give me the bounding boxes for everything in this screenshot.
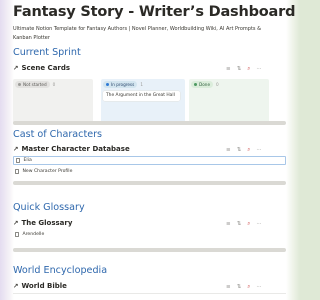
more-icon[interactable]: ··· [256,284,261,290]
list-item[interactable]: Elia [13,156,286,165]
page-icon [15,169,19,174]
arrow-up-right-icon: ↗ [13,145,19,153]
status-tag: Not started [15,81,50,88]
database-title-scene-cards[interactable]: ↗ Scene Cards [13,64,70,72]
arrow-up-right-icon: ↗ [13,64,19,72]
more-icon[interactable]: ··· [256,147,261,153]
status-label: Done [199,82,211,87]
filter-icon[interactable]: ≡ [226,147,231,153]
more-icon[interactable]: ··· [256,221,261,227]
arrow-up-right-icon: ↗ [13,282,19,290]
section-heading-glossary: Quick Glossary [13,202,85,213]
database-title-label: World Bible [21,282,67,290]
database-title-label: The Glossary [21,219,73,227]
list-item[interactable]: New Character Profile [13,167,286,176]
database-title-glossary[interactable]: ↗ The Glossary [13,219,72,227]
status-label: Not started [23,82,47,87]
characters-toolbar: ≡ ⇅ ⌕ ··· [226,147,262,153]
dashboard-page: Fantasy Story - Writer’s Dashboard Ultim… [0,0,300,300]
column-count: 0 [52,82,56,87]
glossary-toolbar: ≡ ⇅ ⌕ ··· [226,221,262,227]
board-column-done[interactable]: Done 0 [189,79,269,124]
database-title-characters[interactable]: ↗ Master Character Database [13,145,130,153]
page-icon [16,158,20,163]
list-item[interactable]: Arendelle [13,230,286,239]
board-column-in-progress[interactable]: In progress 1 The Argument in the Great … [101,79,185,124]
status-tag: In progress [103,81,138,88]
board-column-not-started[interactable]: Not started 0 [13,79,93,124]
filter-icon[interactable]: ≡ [226,284,231,290]
sort-icon[interactable]: ⇅ [237,284,242,290]
scene-card[interactable]: The Argument in the Great Hall [103,91,180,101]
database-title-label: Master Character Database [21,145,130,153]
horizontal-scrollbar[interactable] [13,248,286,252]
horizontal-scrollbar[interactable] [13,181,286,185]
sort-icon[interactable]: ⇅ [237,221,242,227]
search-icon[interactable]: ⌕ [247,284,250,290]
sort-icon[interactable]: ⇅ [237,147,242,153]
status-dot-icon [194,83,197,86]
column-count: 0 [216,82,219,87]
world-bible-toolbar: ≡ ⇅ ⌕ ··· [226,284,262,290]
sort-icon[interactable]: ⇅ [237,66,242,72]
list-item-label: New Character Profile [22,169,73,174]
scene-cards-toolbar: ≡ ⇅ ⌕ ··· [226,66,262,72]
database-title-label: Scene Cards [21,64,71,72]
divider [13,293,286,294]
status-tag: Done [191,81,214,88]
page-icon [15,232,19,237]
status-dot-icon [106,83,109,86]
arrow-up-right-icon: ↗ [13,219,19,227]
status-label: In progress [111,82,135,87]
database-title-world-bible[interactable]: ↗ World Bible [13,282,67,290]
section-heading-cast: Cast of Characters [13,129,103,140]
section-heading-world: World Encyclopedia [13,265,108,276]
page-title: Fantasy Story - Writer’s Dashboard [13,4,296,20]
filter-icon[interactable]: ≡ [226,66,231,72]
list-item-label: Arendelle [22,232,45,237]
horizontal-scrollbar[interactable] [13,121,286,125]
column-count: 1 [140,82,143,87]
filter-icon[interactable]: ≡ [226,221,231,227]
section-heading-sprint: Current Sprint [13,47,81,58]
list-item-label: Elia [23,158,32,163]
page-subtitle: Ultimate Notion Template for Fantasy Aut… [13,26,262,41]
more-icon[interactable]: ··· [256,66,261,72]
search-icon[interactable]: ⌕ [247,147,250,153]
search-icon[interactable]: ⌕ [247,66,250,72]
search-icon[interactable]: ⌕ [247,221,250,227]
status-dot-icon [18,83,21,86]
